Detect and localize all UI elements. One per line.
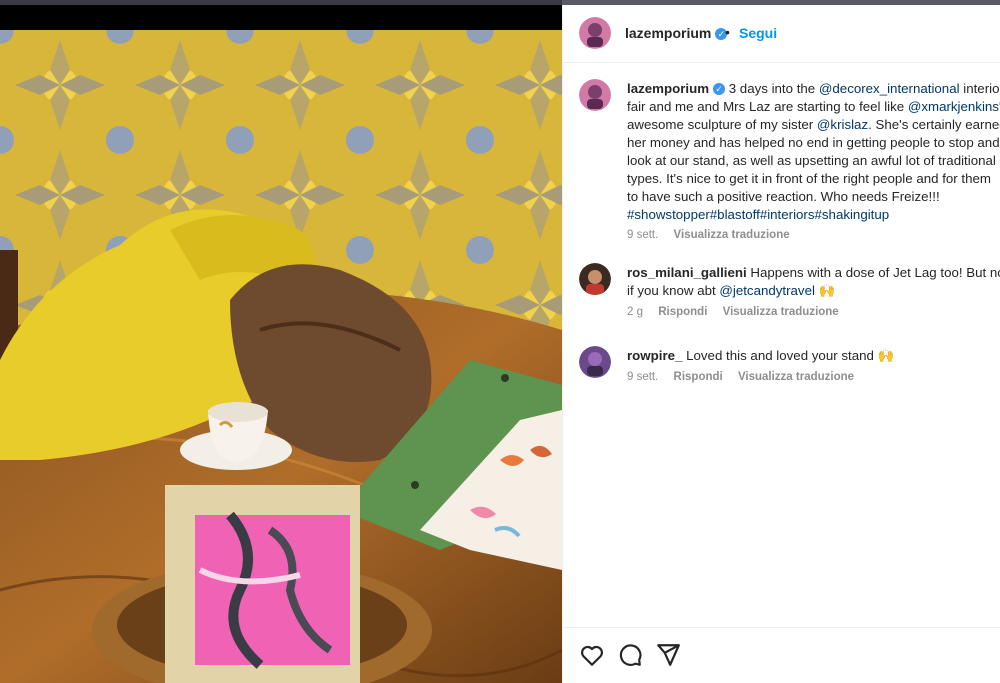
comment-line: look at our stand, as well as upsetting … — [627, 152, 1000, 170]
comment-username[interactable]: lazemporium — [627, 81, 709, 96]
comment-text-segment: 3 days into the — [725, 81, 819, 96]
caption-avatar[interactable] — [579, 79, 611, 111]
comment-line: her money and has helped no end in getti… — [627, 134, 1000, 152]
comment-line: if you know abt @jetcandytravel 🙌 — [627, 282, 1000, 300]
comment-translate-link[interactable]: Visualizza traduzione — [738, 371, 854, 383]
verified-badge-icon: ✓ — [713, 83, 726, 95]
comment-text-segment: interiors — [963, 81, 1000, 96]
comments-list[interactable]: lazemporium ✓ 3 days into the @decorex_in… — [563, 64, 1000, 627]
comment-username[interactable]: rowpire_ — [627, 348, 682, 363]
avatar-image — [579, 79, 611, 111]
avatar-image — [579, 17, 611, 49]
reply-button[interactable]: Rispondi — [658, 306, 707, 318]
comment-text-segment: fair and me and Mrs Laz are starting to … — [627, 99, 908, 114]
mention-link[interactable]: #showstopper#blastoff#interiors#shakingi… — [627, 207, 889, 222]
avatar[interactable] — [579, 17, 611, 49]
top-strip-band — [0, 0, 562, 5]
comment-text-segment: Loved this and loved your stand 🙌 — [682, 348, 895, 363]
top-strip — [0, 0, 562, 30]
comment-avatar[interactable] — [579, 346, 611, 378]
comment-text-segment: her money and has helped no end in getti… — [627, 135, 1000, 150]
comment-meta: 9 sett. Rispondi Visualizza traduzione — [627, 371, 866, 383]
mention-link[interactable]: @decorex_international — [819, 81, 960, 96]
comment-text: ros_milani_gallieni Happens with a dose … — [627, 264, 1000, 300]
reply-button[interactable]: Rispondi — [674, 371, 723, 383]
post-photo-image — [0, 30, 562, 683]
mention-link[interactable]: @jetcandytravel — [719, 283, 815, 298]
comment-line: awesome sculpture of my sister @krislaz.… — [627, 116, 1000, 134]
avatar-image — [579, 263, 611, 295]
comment-translate-link[interactable]: Visualizza traduzione — [723, 306, 839, 318]
comment-avatar[interactable] — [579, 263, 611, 295]
comment-text-segment: 🙌 — [814, 283, 836, 298]
comment-line: #showstopper#blastoff#interiors#shakingi… — [627, 206, 1000, 224]
comment-icon[interactable] — [617, 642, 643, 668]
comment-line: ros_milani_gallieni Happens with a dose … — [627, 264, 1000, 282]
follow-button[interactable]: Segui — [739, 25, 777, 41]
comment-line: lazemporium ✓ 3 days into the @decorex_in… — [627, 80, 1000, 98]
comment-line: to have such a positive reaction. Who ne… — [627, 188, 1000, 206]
heart-icon[interactable] — [579, 642, 605, 668]
avatar-image — [579, 346, 611, 378]
caption-text: lazemporium ✓ 3 days into the @decorex_in… — [627, 80, 1000, 224]
comment-line: fair and me and Mrs Laz are starting to … — [627, 98, 1000, 116]
comment-time[interactable]: 9 sett. — [627, 371, 658, 383]
comment-line: types. It's nice to get it in front of t… — [627, 170, 1000, 188]
post-photo[interactable] — [0, 30, 562, 683]
post-actions-bar — [563, 627, 1000, 683]
comment-text-segment: types. It's nice to get it in front of t… — [627, 171, 991, 186]
comment-text-segment: . She's certainly earned — [868, 117, 1000, 132]
caption-meta: 9 sett. Visualizza traduzione — [627, 229, 802, 241]
send-icon[interactable] — [655, 642, 681, 668]
caption-time[interactable]: 9 sett. — [627, 229, 658, 241]
mention-link[interactable]: @krislaz — [817, 117, 868, 132]
mention-link[interactable]: @xmarkjenkins — [908, 99, 999, 114]
comment-text-segment: to have such a positive reaction. Who ne… — [627, 189, 940, 204]
comment-meta: 2 g Rispondi Visualizza traduzione — [627, 306, 851, 318]
post-author-username[interactable]: lazemporium ✓ — [625, 25, 728, 41]
username-text[interactable]: lazemporium — [625, 25, 711, 41]
comment-text: rowpire_ Loved this and loved your stand… — [627, 347, 1000, 365]
post-side-panel: lazemporium ✓ • Segui lazemporium ✓ 3 days… — [562, 5, 1000, 683]
post-header: lazemporium ✓ • Segui — [563, 5, 1000, 63]
comment-username[interactable]: ros_milani_gallieni — [627, 265, 747, 280]
comment-line: rowpire_ Loved this and loved your stand… — [627, 347, 1000, 365]
caption-translate-link[interactable]: Visualizza traduzione — [674, 229, 790, 241]
dot-separator: • — [725, 24, 730, 40]
comment-time[interactable]: 2 g — [627, 306, 643, 318]
comment-text-segment: Happens with a dose of Jet Lag too! But … — [746, 265, 1000, 280]
comment-text-segment: if you know abt — [627, 283, 720, 298]
comment-text-segment: awesome sculpture of my sister — [627, 117, 817, 132]
comment-text-segment: look at our stand, as well as upsetting … — [627, 153, 996, 168]
